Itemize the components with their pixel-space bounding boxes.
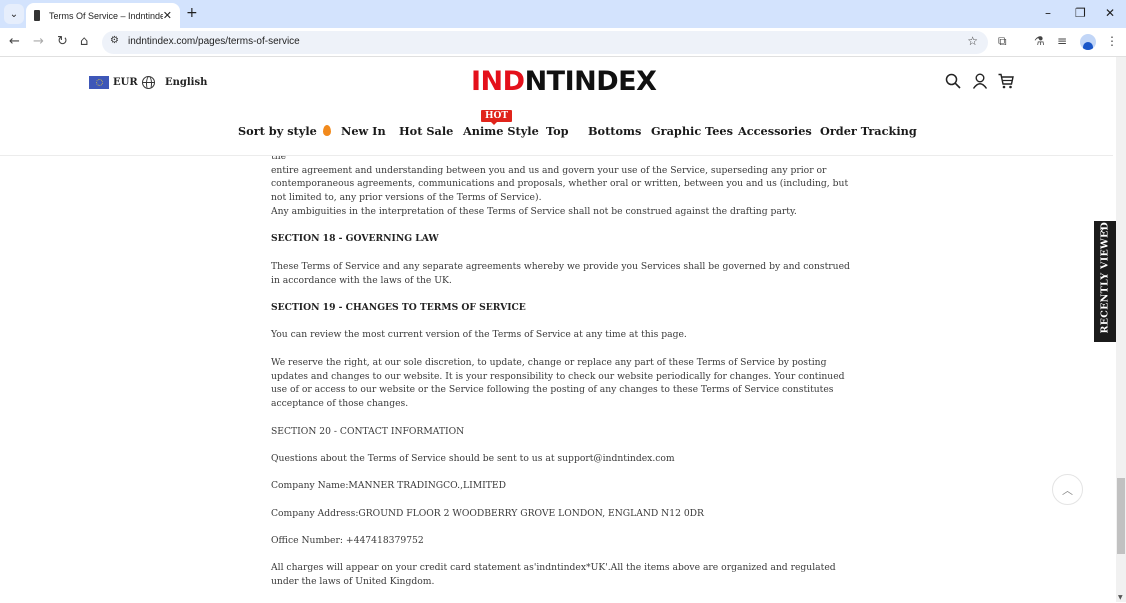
company-address: Company Address:GROUND FLOOR 2 WOODBERRY… xyxy=(271,507,704,519)
nav-order-tracking[interactable]: Order Tracking xyxy=(820,124,917,138)
minimize-icon[interactable]: – xyxy=(1045,6,1051,20)
browser-tab[interactable]: Terms Of Service – Indntindex ✕ xyxy=(26,3,180,28)
logo-black-part: NTINDEX xyxy=(524,66,657,97)
logo-red-part: IND xyxy=(471,66,525,97)
recently-viewed-tab[interactable]: ‹ RECENTLY VIEWED xyxy=(1094,221,1116,342)
home-icon[interactable]: ⌂ xyxy=(80,34,88,49)
menu-icon[interactable]: ⋮ xyxy=(1106,34,1118,48)
back-icon[interactable]: ← xyxy=(9,34,20,49)
site-settings-icon[interactable]: ⚙ xyxy=(110,35,119,46)
currency-label: EUR xyxy=(113,77,138,88)
tab-title: Terms Of Service – Indntindex xyxy=(49,10,163,21)
tab-search-icon[interactable]: ⌄ xyxy=(4,4,24,24)
nav-bottoms[interactable]: Bottoms xyxy=(588,124,641,138)
browser-tab-strip: ⌄ Terms Of Service – Indntindex ✕ + – ❐ … xyxy=(0,0,1126,28)
forward-icon[interactable]: → xyxy=(33,34,44,49)
language-selector[interactable]: English xyxy=(142,76,207,89)
nav-accessories[interactable]: Accessories xyxy=(738,124,812,138)
section-19-p1: You can review the most current version … xyxy=(271,329,687,341)
section-19-heading: SECTION 19 - CHANGES TO TERMS OF SERVICE xyxy=(271,301,526,313)
terms-content: These Terms of Service and any policies … xyxy=(271,136,851,603)
section-20-p1: Questions about the Terms of Service sho… xyxy=(271,452,675,464)
section-18-heading: SECTION 18 - GOVERNING LAW xyxy=(271,233,439,245)
flame-icon xyxy=(322,125,331,136)
extensions-icon[interactable]: ⧉ xyxy=(998,34,1007,49)
nav-top[interactable]: Top xyxy=(546,124,569,138)
section-20-heading: SECTION 20 - CONTACT INFORMATION xyxy=(271,425,465,437)
globe-icon xyxy=(142,76,155,89)
scroll-down-icon[interactable]: ▼ xyxy=(1118,594,1123,601)
new-tab-icon[interactable]: + xyxy=(186,5,198,21)
eu-flag-icon xyxy=(89,76,109,89)
favicon-icon xyxy=(34,10,40,21)
back-to-top-button[interactable]: ︿ xyxy=(1052,474,1083,505)
company-name: Company Name:MANNER TRADINGCO.,LIMITED xyxy=(271,480,506,492)
restore-icon[interactable]: ❐ xyxy=(1075,6,1086,20)
search-icon[interactable] xyxy=(945,73,961,89)
site-logo[interactable]: INDNTINDEX xyxy=(471,66,657,97)
chevron-up-icon: ︿ xyxy=(1062,483,1073,497)
browser-toolbar: ← → ↻ ⌂ ⚙ indntindex.com/pages/terms-of-… xyxy=(0,28,1126,57)
account-icon[interactable] xyxy=(972,73,988,89)
site-header: EUR English INDNTINDEX Sort by style New… xyxy=(0,57,1113,156)
scrollbar-thumb[interactable] xyxy=(1117,478,1125,554)
close-window-icon[interactable]: ✕ xyxy=(1105,6,1115,20)
reload-icon[interactable]: ↻ xyxy=(57,34,68,49)
nav-hot-sale[interactable]: Hot Sale xyxy=(399,124,453,138)
url-text[interactable]: indntindex.com/pages/terms-of-service xyxy=(128,36,300,47)
section-19-p2: We reserve the right, at our sole discre… xyxy=(271,356,845,410)
hot-badge: HOT xyxy=(481,110,513,125)
cart-icon[interactable] xyxy=(998,73,1014,89)
nav-graphic-tees[interactable]: Graphic Tees xyxy=(651,124,733,138)
reading-list-icon[interactable]: ≡ xyxy=(1057,34,1067,48)
nav-sort-by-style[interactable]: Sort by style xyxy=(238,124,331,138)
bookmark-star-icon[interactable]: ☆ xyxy=(967,34,978,48)
nav-label: Sort by style xyxy=(238,124,317,138)
charges-statement: All charges will appear on your credit c… xyxy=(271,562,836,588)
address-bar[interactable]: ⚙ indntindex.com/pages/terms-of-service … xyxy=(102,31,988,54)
paragraph-ambiguities: Any ambiguities in the interpretation of… xyxy=(271,205,797,217)
profile-icon[interactable] xyxy=(1080,34,1096,50)
main-nav: Sort by style New In Hot Sale Anime Styl… xyxy=(0,124,1113,144)
language-label: English xyxy=(165,77,208,88)
currency-selector[interactable]: EUR xyxy=(89,76,138,89)
nav-anime-style[interactable]: Anime Style xyxy=(463,124,539,138)
nav-new-in[interactable]: New In xyxy=(341,124,386,138)
section-18-body: These Terms of Service and any separate … xyxy=(271,260,850,286)
labs-icon[interactable]: ⚗ xyxy=(1034,34,1045,48)
paragraph-entire-agreement: entire agreement and understanding betwe… xyxy=(271,164,849,204)
close-tab-icon[interactable]: ✕ xyxy=(163,9,172,22)
office-number: Office Number: +447418379752 xyxy=(271,535,424,547)
page-scrollbar[interactable]: ▼ xyxy=(1116,57,1126,602)
recently-viewed-label: RECENTLY VIEWED xyxy=(1099,221,1111,334)
